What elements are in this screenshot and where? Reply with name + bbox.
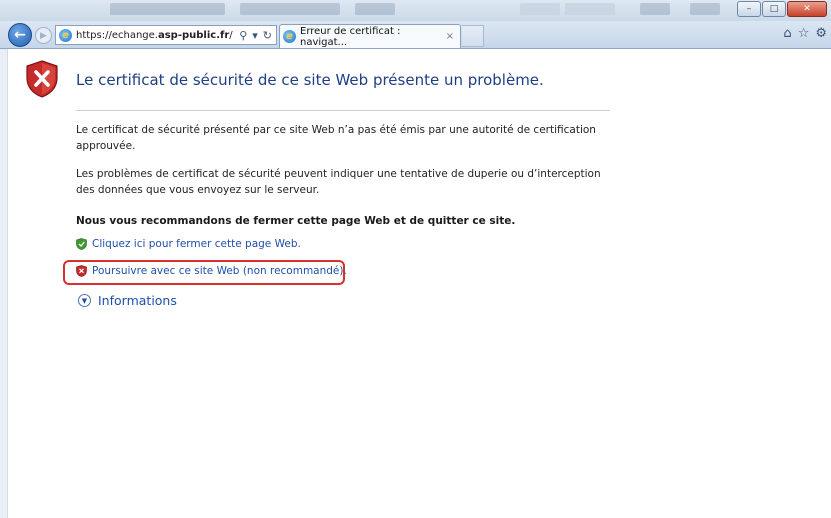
shield-check-icon	[76, 238, 87, 250]
blurred-toolbar	[640, 3, 670, 15]
left-rail	[0, 49, 8, 518]
information-label[interactable]: Informations	[98, 293, 177, 308]
back-button[interactable]: ←	[8, 23, 32, 47]
address-bar[interactable]: e https://echange.asp-public.fr/ ⚲ ▾ ↻	[55, 25, 277, 45]
refresh-icon[interactable]: ↻	[263, 29, 272, 42]
minimize-button[interactable]: –	[737, 1, 761, 17]
favorites-icon[interactable]: ☆	[798, 26, 810, 41]
ie-logo-icon: e	[283, 30, 296, 43]
url-text: https://echange.asp-public.fr/	[76, 29, 233, 41]
search-icon[interactable]: ⚲	[239, 29, 247, 42]
blurred-toolbar	[110, 3, 225, 15]
maximize-button[interactable]: □	[762, 1, 786, 17]
new-tab-button[interactable]	[462, 25, 484, 47]
title-bar: – □ ✕	[0, 0, 831, 21]
chevron-down-icon: ▼	[78, 294, 91, 307]
tab-certificate-error[interactable]: e Erreur de certificat : navigat... ×	[279, 24, 461, 48]
divider	[76, 110, 610, 111]
dropdown-icon[interactable]: ▾	[252, 29, 258, 42]
information-toggle[interactable]: ▼ Informations	[78, 293, 177, 308]
certificate-description: Le certificat de sécurité présenté par c…	[76, 124, 596, 152]
toolbar-right: ⌂ ☆ ⚙	[783, 26, 827, 41]
close-window-button[interactable]: ✕	[787, 1, 827, 17]
shield-error-icon	[26, 60, 58, 98]
tab-title: Erreur de certificat : navigat...	[300, 25, 401, 48]
blurred-toolbar	[240, 3, 340, 15]
home-icon[interactable]: ⌂	[783, 26, 791, 41]
blurred-toolbar	[565, 3, 615, 15]
gear-icon[interactable]: ⚙	[815, 26, 827, 41]
window-controls: – □ ✕	[737, 1, 827, 17]
forward-button[interactable]: ▶	[35, 27, 52, 44]
continue-link[interactable]: Poursuivre avec ce site Web (non recomma…	[76, 265, 347, 277]
recommendation-text: Nous vous recommandons de fermer cette p…	[76, 215, 516, 227]
risk-description: Les problèmes de certificat de sécurité …	[76, 168, 601, 196]
shield-error-icon	[76, 265, 87, 277]
blurred-toolbar	[355, 3, 395, 15]
close-page-link-label[interactable]: Cliquez ici pour fermer cette page Web.	[92, 238, 301, 250]
navigation-bar: ← ▶ e https://echange.asp-public.fr/ ⚲ ▾…	[0, 21, 831, 49]
blurred-toolbar	[690, 3, 720, 15]
ie-logo-icon: e	[59, 28, 72, 42]
tab-close-icon[interactable]: ×	[446, 31, 454, 42]
blurred-toolbar	[520, 3, 560, 15]
close-page-link[interactable]: Cliquez ici pour fermer cette page Web.	[76, 238, 301, 250]
continue-link-label[interactable]: Poursuivre avec ce site Web (non recomma…	[92, 265, 347, 277]
arrow-left-icon: ←	[14, 27, 26, 43]
page-title: Le certificat de sécurité de ce site Web…	[76, 71, 544, 89]
arrow-right-icon: ▶	[40, 30, 47, 41]
